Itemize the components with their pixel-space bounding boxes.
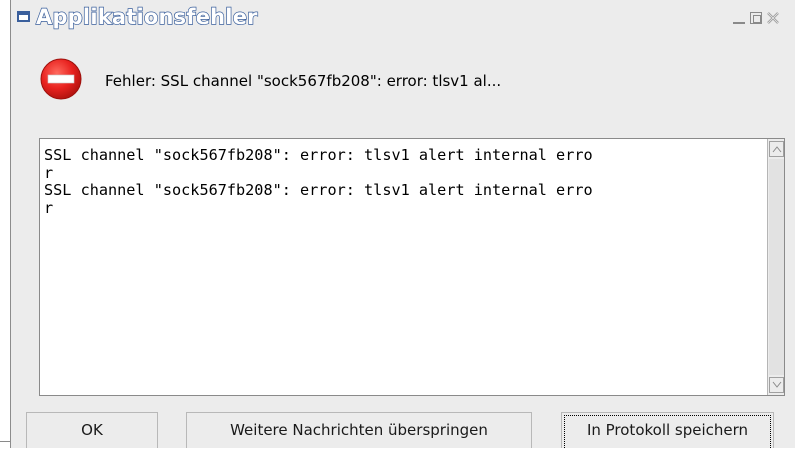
close-glyph	[767, 12, 779, 24]
scroll-down-arrow-icon[interactable]	[769, 377, 784, 393]
error-message: Fehler: SSL channel "sock567fb208": erro…	[105, 72, 502, 90]
error-dialog: Applikationsfehler Fehler: SSL channel "…	[10, 0, 795, 448]
scroll-up-arrow-icon[interactable]	[769, 141, 784, 157]
log-line: SSL channel "sock567fb208": error: tlsv1…	[44, 146, 593, 164]
log-line: SSL channel "sock567fb208": error: tlsv1…	[44, 181, 593, 199]
window-title: Applikationsfehler	[35, 4, 258, 29]
scroll-track[interactable]	[769, 159, 784, 375]
error-log-textarea[interactable]: SSL channel "sock567fb208": error: tlsv1…	[39, 138, 785, 396]
background-window-edge-left	[0, 441, 10, 442]
window-icon[interactable]	[17, 11, 30, 22]
title-bar[interactable]: Applikationsfehler	[11, 0, 795, 36]
maximize-icon[interactable]	[750, 12, 762, 24]
focus-indicator	[564, 415, 771, 448]
log-line: r	[44, 163, 54, 182]
error-stop-icon	[39, 57, 83, 101]
vertical-scrollbar[interactable]	[767, 139, 784, 395]
minimize-icon[interactable]	[733, 11, 746, 25]
save-to-log-button[interactable]: In Protokoll speichern	[561, 412, 774, 448]
close-icon[interactable]	[766, 11, 780, 25]
error-log-content: SSL channel "sock567fb208": error: tlsv1…	[44, 146, 754, 217]
ok-button[interactable]: OK	[26, 412, 158, 448]
skip-messages-button[interactable]: Weitere Nachrichten überspringen	[186, 412, 532, 448]
log-line: r	[44, 198, 54, 217]
